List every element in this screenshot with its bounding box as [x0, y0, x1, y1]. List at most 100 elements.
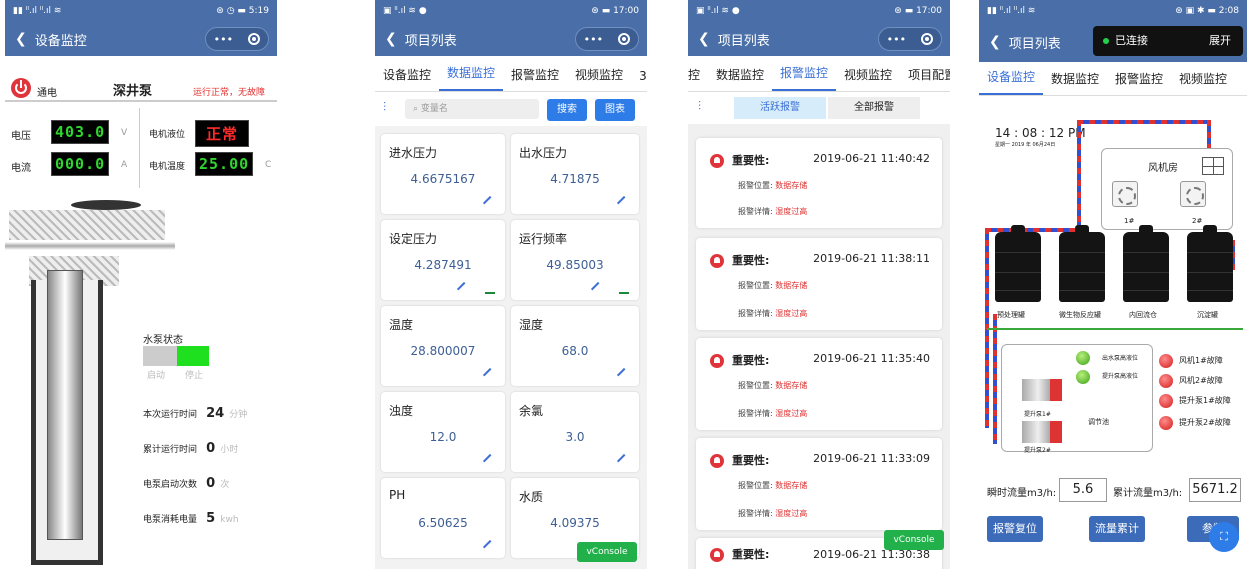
close-circle-icon[interactable]: [618, 33, 631, 45]
edit-icon[interactable]: [616, 367, 632, 383]
alarm-card[interactable]: 重要性: 2019-06-21 11:40:42 报警位置: 数据存储 报警详情: 湿…: [696, 138, 942, 228]
more-icon[interactable]: •••: [887, 33, 906, 46]
start-label: 启动: [147, 371, 166, 381]
fullscreen-icon[interactable]: ⛶: [1209, 522, 1239, 552]
title-bar: ❮ 项目列表 已连接 展开: [979, 22, 1247, 62]
chart-button[interactable]: 图表: [595, 99, 635, 121]
tab-alarm[interactable]: 报警监控: [503, 66, 567, 91]
data-card[interactable]: 温度 28.800007: [381, 306, 505, 386]
status-left: ▮▮ ᴵᴵ.ıl ᴵᴵ.ıl ≋: [13, 6, 62, 16]
vconsole-button[interactable]: vConsole: [577, 542, 637, 562]
title-bar: ❮ 设备监控 •••: [5, 22, 277, 56]
tab-video[interactable]: 视频监控: [567, 66, 631, 91]
edit-icon[interactable]: [482, 367, 498, 383]
data-card[interactable]: 余氯 3.0: [511, 392, 639, 472]
tab-alarm[interactable]: 报警监控: [1107, 70, 1171, 95]
alarm-card[interactable]: 重要性: 2019-06-21 11:35:40 报警位置: 数据存储 报警详情: 湿…: [696, 338, 942, 430]
tab-more[interactable]: 3: [631, 69, 647, 91]
edit-icon[interactable]: [482, 453, 498, 469]
search-button[interactable]: 搜索: [547, 99, 587, 121]
edit-icon[interactable]: [482, 195, 498, 211]
fan-icon: [1112, 181, 1138, 207]
data-card[interactable]: 浊度 12.0: [381, 392, 505, 472]
alarm-reset-button[interactable]: 报警复位: [987, 516, 1043, 542]
edit-icon[interactable]: [456, 281, 472, 297]
status-bar: ▣ ᴵᴵ.ıl ≋ ● ⊛ ▬ 17:00: [375, 0, 647, 22]
tab-device[interactable]: 控: [688, 66, 708, 91]
data-card[interactable]: 出水压力 4.71875: [511, 134, 639, 214]
level-label: 电机液位: [149, 130, 186, 140]
tab-data[interactable]: 数据监控: [439, 64, 504, 91]
back-icon[interactable]: ❮: [989, 34, 1001, 50]
back-icon[interactable]: ❮: [15, 31, 27, 47]
trend-icon[interactable]: [619, 286, 629, 294]
search-input[interactable]: ⌕ 变量名: [405, 99, 539, 119]
tab-bar: 控数据监控报警监控视频监控项目配置: [688, 56, 950, 92]
stats-row: 电泵消耗电量 5 kwh: [143, 511, 239, 526]
power-icon[interactable]: [11, 78, 31, 98]
alarm-card[interactable]: 重要性: 2019-06-21 11:38:11 报警位置: 数据存储 报警详情: 湿…: [696, 238, 942, 330]
page-title: 项目列表: [1008, 36, 1061, 52]
close-circle-icon[interactable]: [921, 33, 934, 45]
tab-all-alarms[interactable]: 全部报警: [828, 97, 920, 119]
data-card[interactable]: 设定压力 4.287491: [381, 220, 505, 300]
close-circle-icon[interactable]: [248, 33, 261, 45]
tab-active-alarms[interactable]: 活跃报警: [734, 97, 826, 119]
edit-icon[interactable]: [482, 539, 498, 555]
tank-label: 预处理罐: [997, 311, 1025, 319]
current-display: 000.0: [51, 152, 110, 176]
page-title: 项目列表: [404, 33, 457, 49]
edit-icon[interactable]: [616, 453, 632, 469]
filter-icon[interactable]: ⫶: [698, 99, 701, 114]
tank-label: 微生物反应罐: [1059, 311, 1101, 319]
trend-icon[interactable]: [485, 286, 495, 294]
back-icon[interactable]: ❮: [698, 31, 710, 47]
connection-banner[interactable]: 已连接 展开: [1093, 26, 1243, 56]
filter-icon[interactable]: ⫶: [383, 100, 386, 115]
title-bar: ❮ 项目列表 •••: [688, 22, 950, 56]
run-status: 运行正常，无故障: [193, 88, 266, 98]
stats-row: 本次运行时间 24 分钟: [143, 406, 248, 421]
search-bar: ⫶ ⌕ 变量名 搜索 图表: [375, 92, 647, 126]
vconsole-button[interactable]: vConsole: [884, 530, 944, 550]
capsule-menu[interactable]: •••: [878, 27, 942, 51]
panel-alarm-monitor: ▣ ᴵᴵ.ıl ≋ ● ⊛ ▬ 17:00 ❮ 项目列表 ••• 控数据监控 报警监控…: [688, 0, 950, 569]
back-icon[interactable]: ❮: [385, 31, 397, 47]
more-icon[interactable]: •••: [584, 33, 603, 46]
flow-value: 5.6: [1059, 478, 1107, 502]
flow-label: 瞬时流量m3/h:: [987, 488, 1057, 499]
tank: [1059, 225, 1105, 302]
expand-link[interactable]: 展开: [1209, 26, 1231, 56]
tab-device[interactable]: 设备监控: [375, 66, 439, 91]
tab-alarm[interactable]: 报警监控: [772, 64, 837, 91]
filter-bar: ⫶ 活跃报警 全部报警: [688, 92, 950, 124]
data-card[interactable]: 运行频率 49.85003: [511, 220, 639, 300]
tank: [1123, 225, 1169, 302]
tab-data[interactable]: 数据监控: [708, 66, 772, 91]
page-title: 项目列表: [717, 33, 770, 49]
edit-icon[interactable]: [590, 281, 606, 297]
current-label: 电流: [11, 163, 31, 174]
tab-video[interactable]: 视频监控: [1171, 70, 1235, 95]
edit-icon[interactable]: [616, 195, 632, 211]
flow-total-button[interactable]: 流量累计: [1089, 516, 1145, 542]
start-indicator: [143, 346, 177, 366]
tab-data[interactable]: 数据监控: [1043, 70, 1107, 95]
capsule-menu[interactable]: •••: [205, 27, 269, 51]
fan-icon: [1180, 181, 1206, 207]
data-card[interactable]: 湿度 68.0: [511, 306, 639, 386]
data-card[interactable]: PH 6.50625: [381, 478, 505, 558]
tab-config[interactable]: 项目配置: [900, 66, 950, 91]
more-icon[interactable]: •••: [214, 33, 233, 46]
divider: [5, 100, 277, 102]
alarm-card[interactable]: 重要性: 2019-06-21 11:33:09 报警位置: 数据存储 报警详情: 湿…: [696, 438, 942, 530]
tab-device[interactable]: 设备监控: [979, 68, 1044, 95]
alarm-icon: [710, 354, 724, 368]
title-bar: ❮ 项目列表 •••: [375, 22, 647, 56]
fault-indicator: [1159, 416, 1173, 430]
status-right: ⊛ ◷ ▬ 5:19: [216, 6, 269, 16]
tab-bar: 设备监控 数据监控 报警监控 视频监控 3: [375, 56, 647, 92]
capsule-menu[interactable]: •••: [575, 27, 639, 51]
tab-video[interactable]: 视频监控: [836, 66, 900, 91]
data-card[interactable]: 进水压力 4.6675167: [381, 134, 505, 214]
